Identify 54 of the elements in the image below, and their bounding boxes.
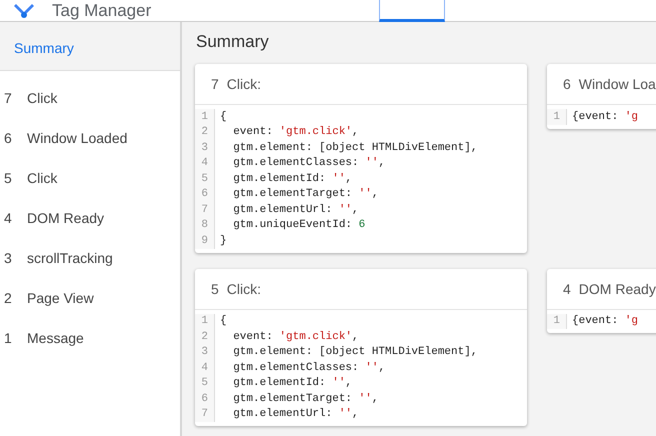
line-number: 5 [195,171,215,186]
line-number: 2 [195,124,215,140]
line-number: 8 [195,218,215,233]
code-line: gtm.elementUrl: '', [232,408,359,420]
event-title: DOM Ready [578,280,656,296]
code-line: event: 'gtm.click', [232,126,359,138]
event-title: Click: [226,280,262,296]
line-number: 3 [195,344,215,360]
line-number: 1 [195,314,215,329]
code-line: gtm.elementId: '', [232,172,352,185]
app-title: Tag Manager [52,0,152,20]
line-number: 9 [195,233,215,248]
line-number: 6 [195,391,215,406]
page-title: Summary [196,32,270,52]
event-number: 6 [563,76,571,92]
line-number: 1 [547,109,567,124]
code-line: gtm.elementClasses: '', [232,157,386,170]
line-number: 7 [195,406,215,422]
code-line: gtm.elementId: '', [232,377,352,390]
sidebar-item[interactable]: 1 Message [0,318,180,358]
code-line: gtm.elementClasses: '', [232,362,386,374]
code-line: gtm.element: [object HTMLDivElement], [232,142,478,154]
sidebar-item[interactable]: 7 Click [0,78,180,118]
line-number: 1 [547,314,567,329]
line-number: 4 [195,360,215,376]
code-line: gtm.uniqueEventId: 6 [232,219,366,232]
line-number: 5 [195,376,215,391]
sidebar-item[interactable]: 6 Window Loaded [0,118,180,158]
code-line: { [219,315,227,328]
line-number: 1 [195,109,215,124]
event-title: Window Loa [578,76,656,92]
event-number: 7 [211,76,219,92]
event-number: 4 [563,280,571,296]
sidebar-item[interactable]: 5 Click [0,158,180,198]
code-line: event: 'gtm.click', [232,330,359,343]
event-title: Click: [226,76,262,92]
code-line: gtm.elementUrl: '', [232,204,359,216]
line-number: 7 [195,202,215,218]
code-line: } [219,234,227,247]
line-number: 2 [195,329,215,344]
line-number: 6 [195,186,215,202]
sidebar-item[interactable]: Summary [0,22,180,71]
line-number: 4 [195,156,215,171]
event-number: 5 [211,280,219,296]
code-line: {event: 'g [571,315,638,328]
line-number: 3 [195,140,215,156]
code-line: { [219,110,227,123]
code-line: gtm.elementTarget: '', [232,188,378,200]
code-line: {event: 'g [571,110,638,123]
code-line: gtm.elementTarget: '', [232,392,378,405]
sidebar-item[interactable]: 3 scrollTracking [0,238,180,278]
sidebar-item[interactable]: 2 Page View [0,278,180,318]
sidebar-item[interactable]: 4 DOM Ready [0,198,180,238]
code-line: gtm.element: [object HTMLDivElement], [232,346,478,358]
